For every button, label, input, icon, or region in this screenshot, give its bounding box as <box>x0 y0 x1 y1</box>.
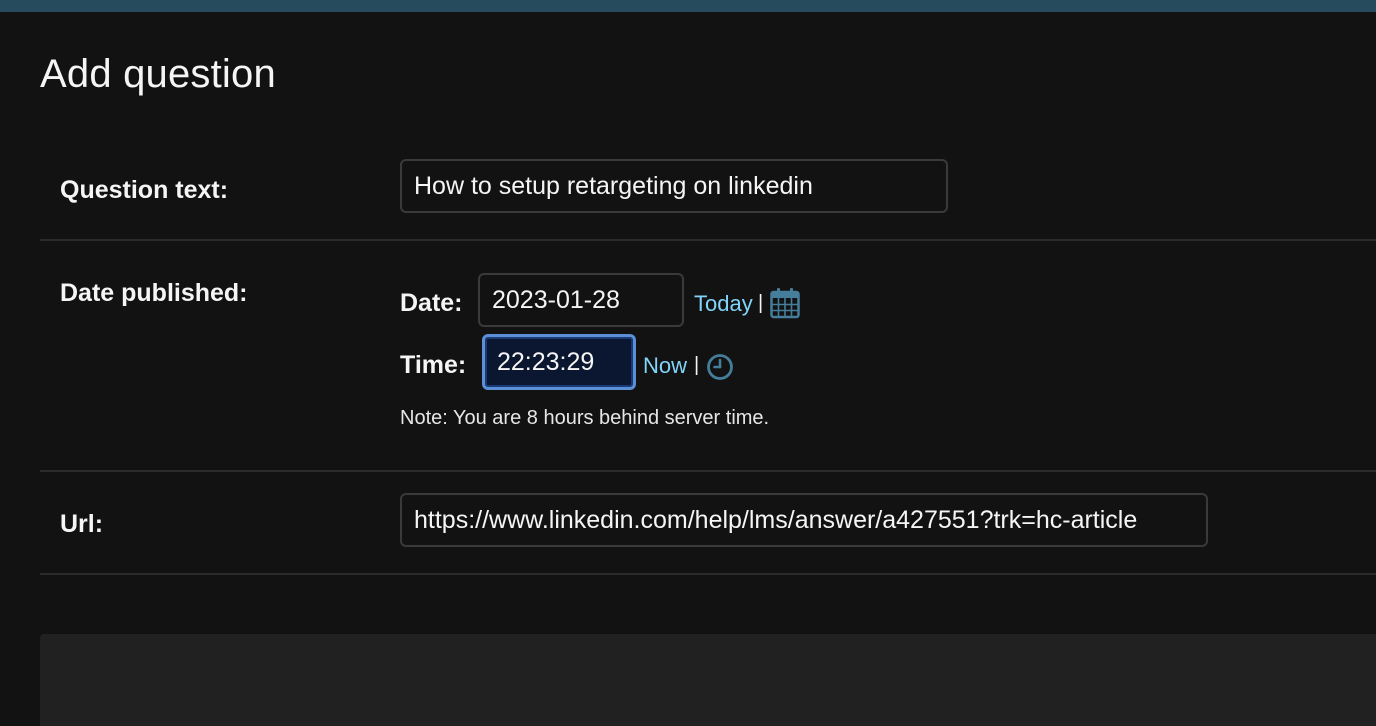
calendar-icon[interactable] <box>770 287 800 319</box>
submit-row <box>40 634 1376 726</box>
separator: | <box>758 292 764 314</box>
url-input[interactable]: https://www.linkedin.com/help/lms/answer… <box>400 493 1208 547</box>
time-label: Time: <box>400 351 467 379</box>
clock-icon[interactable] <box>706 353 734 381</box>
date-input[interactable]: 2023-01-28 <box>478 273 684 327</box>
now-link[interactable]: Now <box>643 353 687 379</box>
page-title: Add question <box>40 52 276 96</box>
url-label: Url: <box>60 510 104 538</box>
date-label: Date: <box>400 289 463 317</box>
date-published-row: Date published: Date: 2023-01-28 Today |… <box>40 241 1376 472</box>
question-text-row: Question text: How to setup retargeting … <box>40 140 1376 241</box>
date-published-label: Date published: <box>60 279 248 307</box>
separator: | <box>694 354 700 376</box>
question-text-input[interactable]: How to setup retargeting on linkedin <box>400 159 948 213</box>
today-link[interactable]: Today <box>694 291 753 317</box>
time-input[interactable]: 22:23:29 <box>482 334 636 390</box>
url-row: Url: https://www.linkedin.com/help/lms/a… <box>40 472 1376 575</box>
question-text-label: Question text: <box>60 176 229 204</box>
header-bar <box>0 0 1376 12</box>
timezone-note: Note: You are 8 hours behind server time… <box>400 407 770 429</box>
